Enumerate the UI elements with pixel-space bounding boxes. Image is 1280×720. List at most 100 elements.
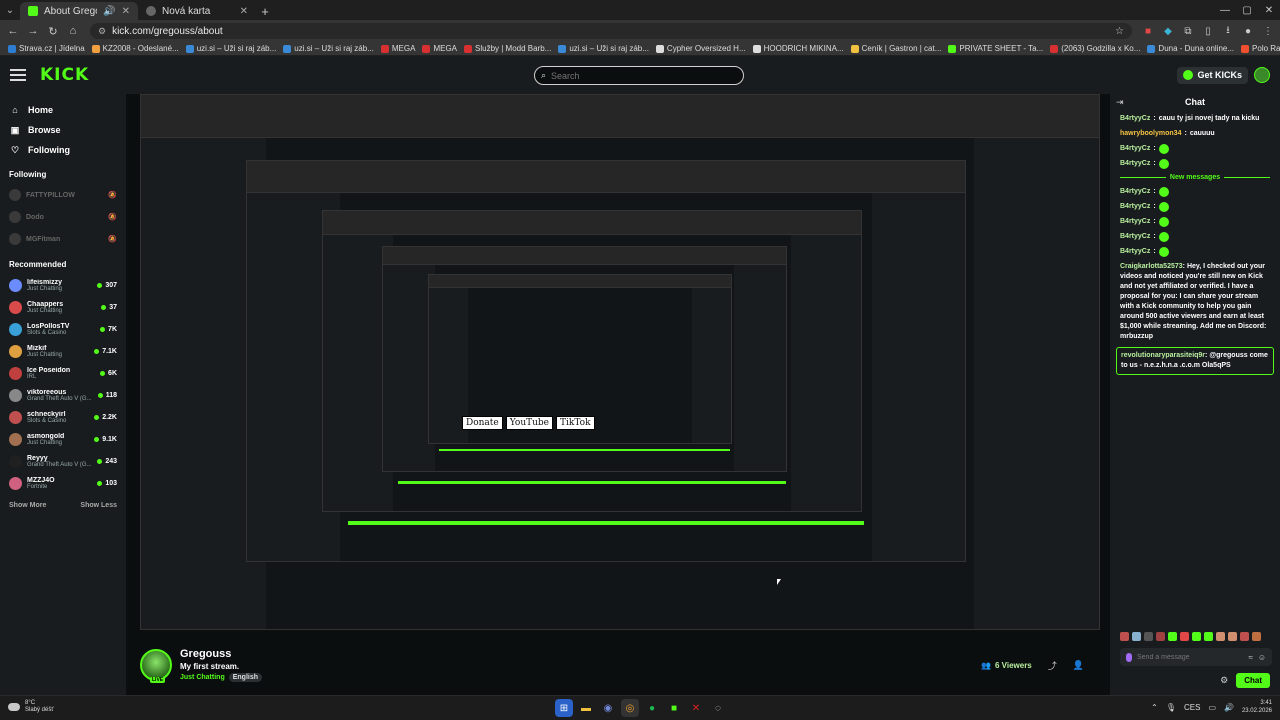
search-box[interactable]: ⌕ <box>534 66 744 85</box>
search-input[interactable] <box>551 70 722 81</box>
chat-username[interactable]: B4rtyyCz <box>1120 144 1150 154</box>
new-tab-button[interactable]: + <box>256 2 274 20</box>
chat-username[interactable]: B4rtyyCz <box>1120 187 1150 197</box>
tray-expand-icon[interactable]: ⌃ <box>1151 703 1158 712</box>
minimize-icon[interactable]: — <box>1214 0 1236 20</box>
close-window-icon[interactable]: ✕ <box>1258 0 1280 20</box>
weather-widget[interactable]: 8°C Slabý déšť <box>8 700 54 714</box>
bookmark-item[interactable]: HOODRICH MIKINA... <box>752 44 844 53</box>
show-less-button[interactable]: Show Less <box>80 502 117 509</box>
bookmark-star-icon[interactable]: ☆ <box>1115 26 1124 37</box>
emote-icon[interactable] <box>1204 632 1213 641</box>
tab-close-icon[interactable]: ✕ <box>122 6 130 17</box>
recommended-channel[interactable]: lifeismizzy Just Chatting 307 <box>0 274 126 296</box>
video-player[interactable]: Donate YouTube TikTok <box>140 94 1100 630</box>
recommended-channel[interactable]: Ice Poseidon IRL 6K <box>0 362 126 384</box>
bookmark-item[interactable]: (2063) Godzilla x Ko... <box>1050 44 1140 53</box>
bookmark-item[interactable]: PRIVATE SHEET - Ta... <box>948 44 1043 53</box>
chat-username[interactable]: Craigkarlotta52573 <box>1120 263 1183 270</box>
network-icon[interactable]: ▭ <box>1208 703 1216 712</box>
chat-username[interactable]: B4rtyyCz <box>1120 232 1150 242</box>
volume-icon[interactable]: 🔊 <box>1224 703 1234 712</box>
share-icon[interactable]: ⤴ <box>1048 659 1057 672</box>
collapse-chat-icon[interactable]: ⇥ <box>1116 97 1124 108</box>
emote-icon[interactable] <box>1216 632 1225 641</box>
chat-username[interactable]: B4rtyyCz <box>1120 247 1150 257</box>
bookmark-item[interactable]: MEGA <box>422 44 457 53</box>
language-indicator[interactable]: CES <box>1184 703 1200 712</box>
recommended-channel[interactable]: schneckyirl Slots & Casino 2.2K <box>0 406 126 428</box>
spotify-icon[interactable]: ● <box>643 699 661 717</box>
emote-icon[interactable] <box>1180 632 1189 641</box>
stream-category[interactable]: Just Chatting <box>180 674 225 681</box>
kick-app-icon[interactable]: ■ <box>665 699 683 717</box>
menu-dots-icon[interactable]: ⋮ <box>1260 23 1276 39</box>
tab-search-icon[interactable]: ⌄ <box>0 0 20 20</box>
profile-icon[interactable]: ● <box>1240 23 1256 39</box>
follow-user-icon[interactable]: 👤 <box>1073 660 1084 671</box>
reload-icon[interactable]: ↻ <box>44 22 62 40</box>
forward-icon[interactable]: → <box>24 22 42 40</box>
bookmark-item[interactable]: Služby | Modd Barb... <box>464 44 551 53</box>
discord-icon[interactable]: ◉ <box>599 699 617 717</box>
streamer-avatar[interactable]: LIVE <box>140 649 172 683</box>
chat-username[interactable]: B4rtyyCz <box>1120 114 1150 124</box>
chrome-icon[interactable]: ◎ <box>621 699 639 717</box>
sidebar-icon[interactable]: ▯ <box>1200 23 1216 39</box>
recommended-channel[interactable]: Mizkif Just Chatting 7.1K <box>0 340 126 362</box>
recommended-channel[interactable]: asmongold Just Chatting 9.1K <box>0 428 126 450</box>
sidebar-nav-browse[interactable]: ▣ Browse <box>0 120 126 140</box>
mic-icon[interactable] <box>1126 652 1132 662</box>
emoji-icon[interactable]: ☺ <box>1258 653 1266 662</box>
bookmark-item[interactable]: Duna - Duna online... <box>1147 44 1234 53</box>
recommended-channel[interactable]: Reyyy Grand Theft Auto V (G... 243 <box>0 450 126 472</box>
chat-settings-icon[interactable]: ⚙ <box>1220 675 1228 686</box>
recommended-channel[interactable]: MZZJ4O Fortnite 103 <box>0 472 126 494</box>
clock[interactable]: 3:41 23.02.2026 <box>1242 699 1272 715</box>
hamburger-menu-icon[interactable] <box>10 67 26 83</box>
sidebar-nav-following[interactable]: ♡ Following <box>0 140 126 160</box>
address-bar[interactable]: ⚙ kick.com/gregouss/about ☆ <box>90 23 1132 39</box>
emote-icon[interactable] <box>1252 632 1261 641</box>
file-explorer-icon[interactable]: ▬ <box>577 699 595 717</box>
emote-icon[interactable] <box>1144 632 1153 641</box>
tab-new[interactable]: Nová karta ✕ <box>138 2 256 20</box>
tab-kick[interactable]: About Gregouss - Watch Li... 🔊 ✕ <box>20 2 138 20</box>
following-item[interactable]: Dodo 🔕 <box>0 206 126 228</box>
emote-icon[interactable] <box>1168 632 1177 641</box>
user-avatar[interactable] <box>1254 67 1270 83</box>
chat-username[interactable]: revolutionaryparasiteiq9r <box>1121 352 1205 359</box>
chat-send-button[interactable]: Chat <box>1236 673 1270 688</box>
chat-username[interactable]: hawryboolymon34 <box>1120 129 1181 139</box>
bookmark-item[interactable]: uzi.si – Uži si raj záb... <box>283 44 374 53</box>
download-icon[interactable]: ⭳ <box>1220 23 1236 39</box>
emote-icon[interactable] <box>1120 632 1129 641</box>
app-icon[interactable]: ✕ <box>687 699 705 717</box>
tab-audio-icon[interactable]: 🔊 <box>103 6 115 17</box>
windows-start-icon[interactable]: ⊞ <box>555 699 573 717</box>
bookmark-item[interactable]: Ceník | Gastron | cat... <box>850 44 941 53</box>
emote-icon[interactable] <box>1156 632 1165 641</box>
get-kicks-button[interactable]: Get KICKs <box>1177 66 1248 84</box>
bookmark-item[interactable]: uzi.si – Uži si raj záb... <box>558 44 649 53</box>
extension-icon[interactable]: ◆ <box>1160 23 1176 39</box>
chat-username[interactable]: B4rtyyCz <box>1120 202 1150 212</box>
bookmark-item[interactable]: MEGA <box>380 44 415 53</box>
streamer-name[interactable]: Gregouss <box>180 648 262 660</box>
emote-icon[interactable] <box>1132 632 1141 641</box>
show-more-button[interactable]: Show More <box>9 502 46 509</box>
recommended-channel[interactable]: LosPollosTV Slots & Casino 7K <box>0 318 126 340</box>
extension-icon[interactable]: ■ <box>1140 23 1156 39</box>
back-icon[interactable]: ← <box>4 22 22 40</box>
language-tag[interactable]: English <box>228 673 263 682</box>
bookmark-item[interactable]: Cypher Oversized H... <box>655 44 746 53</box>
extensions-icon[interactable]: ⧉ <box>1180 23 1196 39</box>
bookmark-item[interactable]: KZ2008 - Odeslané... <box>91 44 179 53</box>
recommended-channel[interactable]: Chaappers Just Chatting 37 <box>0 296 126 318</box>
bookmark-item[interactable]: Strava.cz | Jídelna <box>8 44 85 53</box>
kick-logo[interactable]: KICK <box>40 65 89 85</box>
following-item[interactable]: MGFitman 🔕 <box>0 228 126 250</box>
sidebar-nav-home[interactable]: ⌂ Home <box>0 100 126 120</box>
site-info-icon[interactable]: ⚙ <box>98 26 106 37</box>
steam-icon[interactable]: ◌ <box>709 699 727 717</box>
